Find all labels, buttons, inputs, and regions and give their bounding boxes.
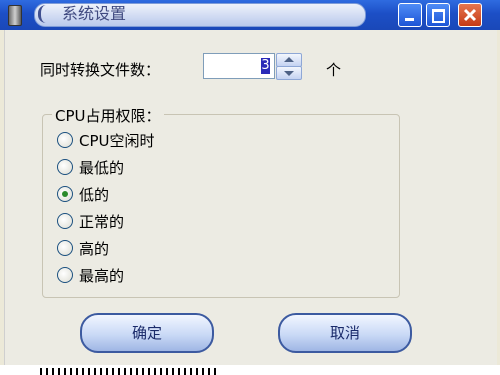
radio-button[interactable] <box>57 213 73 229</box>
spinner-down-button[interactable] <box>276 66 302 80</box>
minimize-icon <box>399 4 421 26</box>
file-count-value: 3 <box>261 58 270 74</box>
radio-label: 高的 <box>79 240 110 258</box>
app-icon[interactable] <box>8 5 22 26</box>
file-count-label: 同时转换文件数： <box>40 61 161 79</box>
settings-dialog: 系统设置 同时转换文件数： 3 个 CPU占用权限： CPU空闲时 最低的 低的… <box>0 0 500 375</box>
close-icon <box>463 8 477 22</box>
radio-button[interactable] <box>57 240 73 256</box>
radio-button[interactable] <box>57 186 73 202</box>
title-bar[interactable]: 系统设置 <box>0 0 500 30</box>
radio-label: 最高的 <box>79 267 125 285</box>
spinner-up-button[interactable] <box>276 53 302 67</box>
file-count-spinner[interactable] <box>276 53 302 80</box>
radio-label: 最低的 <box>79 159 125 177</box>
minimize-button[interactable] <box>398 3 422 27</box>
title-cap-decoration <box>38 5 47 23</box>
window-title: 系统设置 <box>62 4 127 23</box>
maximize-icon <box>427 4 449 26</box>
file-count-unit: 个 <box>326 61 342 79</box>
background-pattern <box>40 368 220 375</box>
file-count-input[interactable]: 3 <box>203 53 275 79</box>
radio-label: 正常的 <box>79 213 125 231</box>
radio-button[interactable] <box>57 132 73 148</box>
down-arrow-icon <box>284 71 294 76</box>
cancel-button[interactable]: 取消 <box>278 313 412 353</box>
cpu-priority-legend: CPU占用权限： <box>52 105 164 126</box>
radio-button[interactable] <box>57 159 73 175</box>
up-arrow-icon <box>284 57 294 62</box>
radio-label: 低的 <box>79 186 110 204</box>
ok-button[interactable]: 确定 <box>80 313 214 353</box>
close-button[interactable] <box>458 3 482 27</box>
radio-button[interactable] <box>57 267 73 283</box>
maximize-button[interactable] <box>426 3 450 27</box>
radio-label: CPU空闲时 <box>79 132 155 150</box>
